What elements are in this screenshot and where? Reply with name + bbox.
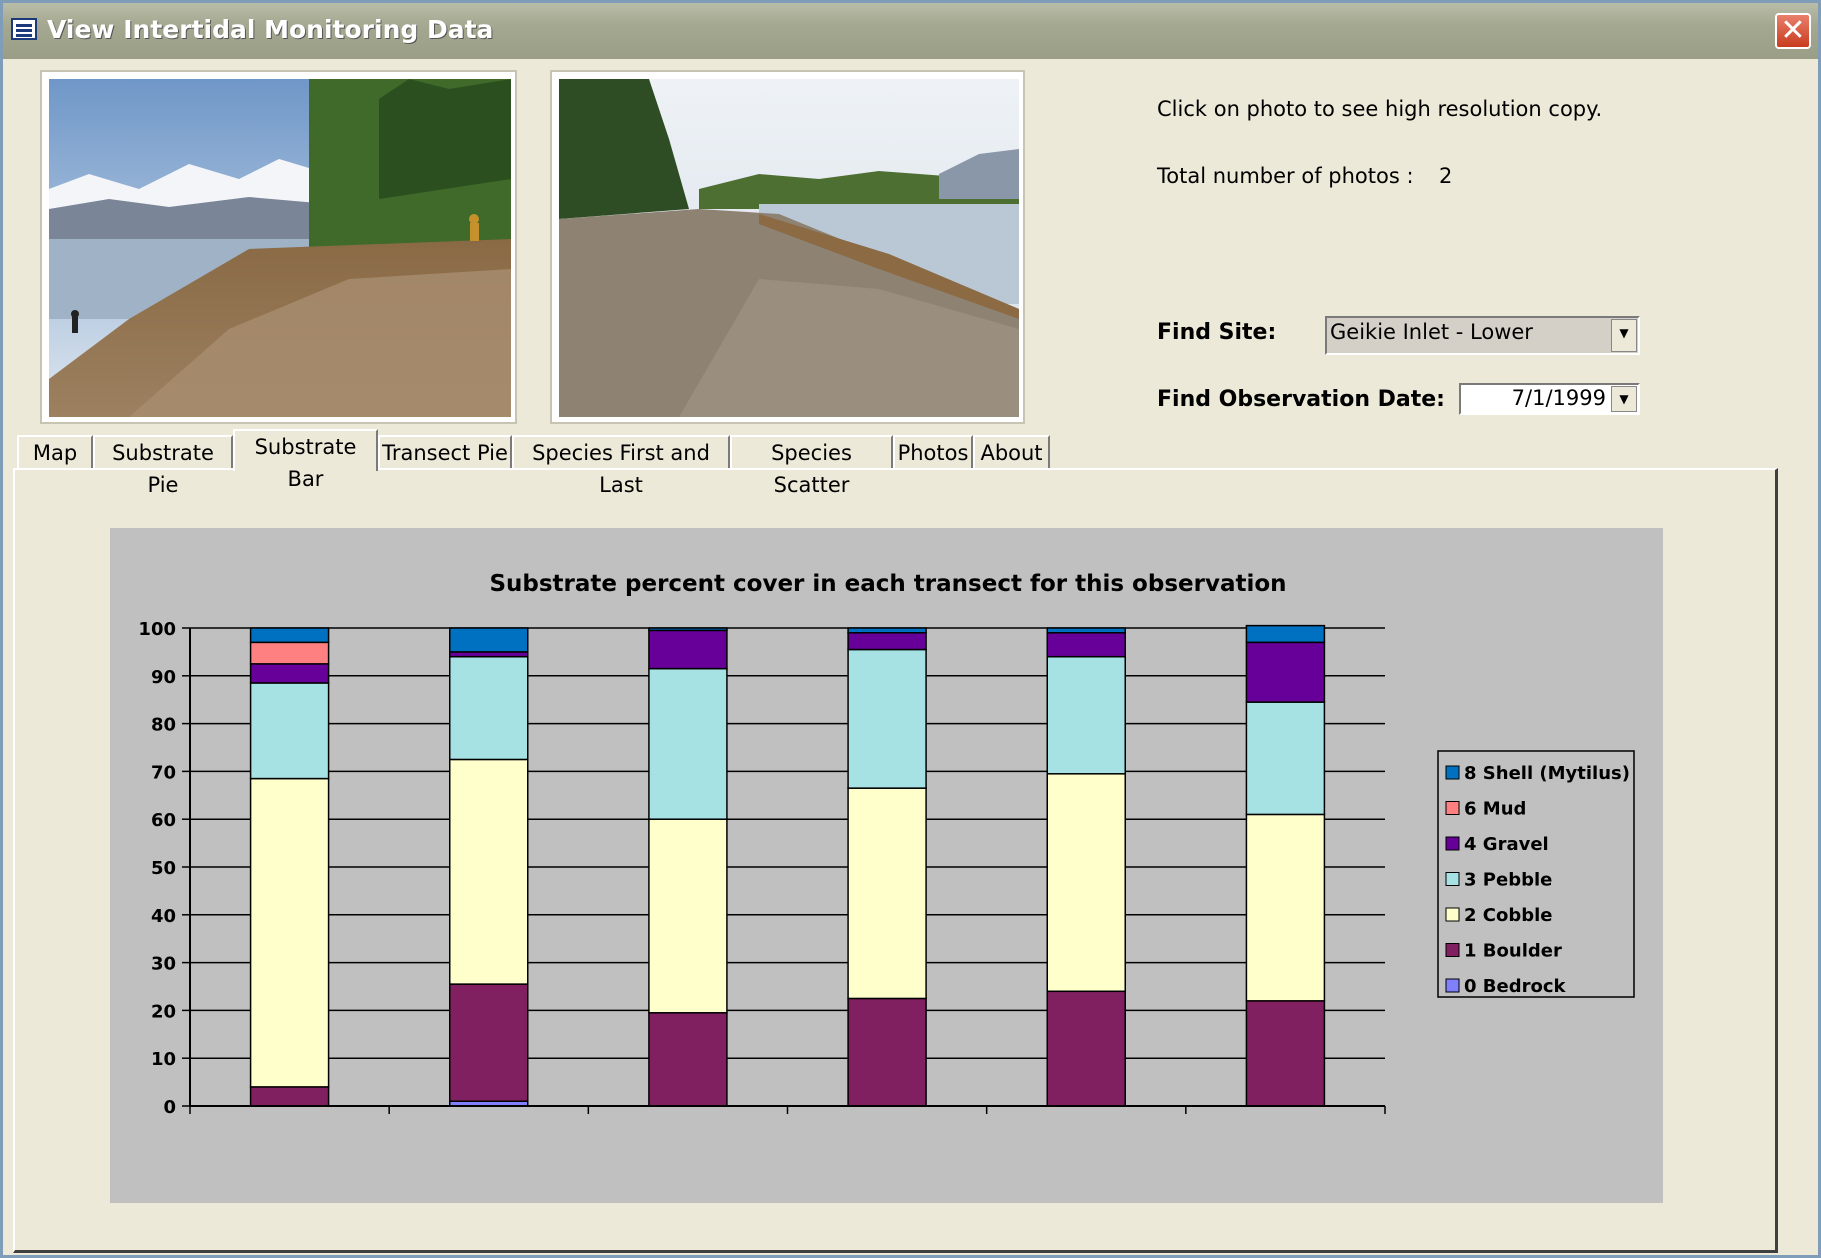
total-photos-value: 2	[1439, 164, 1453, 188]
y-tick-label: 30	[151, 954, 176, 975]
bar-segment	[449, 655, 529, 761]
legend-swatch	[1445, 943, 1460, 957]
legend-label: 6 Mud	[1464, 799, 1526, 820]
window-title: View Intertidal Monitoring Data	[47, 15, 494, 44]
bar-segment	[847, 648, 927, 789]
legend-swatch	[1445, 836, 1460, 851]
y-tick-label: 40	[151, 906, 176, 927]
bar-segment	[1046, 632, 1126, 658]
bar-segment	[1046, 627, 1126, 634]
bar-segment	[1245, 701, 1326, 816]
y-tick-label: 50	[151, 858, 176, 879]
bar-segment	[1046, 655, 1126, 775]
legend-swatch	[1445, 765, 1460, 780]
bar-segment	[1046, 773, 1126, 993]
bar-segment	[648, 818, 728, 1014]
photo-1-image	[49, 79, 511, 417]
legend-label: 1 Boulder	[1464, 941, 1562, 962]
substrate-bar-chart: Substrate percent cover in each transect…	[138, 571, 1635, 1118]
chevron-down-icon[interactable]: ▼	[1611, 319, 1637, 352]
find-date-combo[interactable]: 7/1/1999 ▼	[1459, 383, 1640, 415]
total-photos-label: Total number of photos :	[1157, 164, 1414, 188]
legend-label: 2 Cobble	[1464, 905, 1553, 926]
bar-segment	[249, 777, 330, 1088]
y-tick-label: 20	[151, 1001, 176, 1022]
bar-segment	[648, 627, 728, 632]
photo-2-image	[559, 79, 1019, 417]
find-site-value: Geikie Inlet - Lower	[1330, 320, 1533, 344]
main-window: View Intertidal Monitoring Data ✕ Click …	[0, 0, 1821, 1258]
bar-segment	[249, 682, 330, 780]
bar-segment	[449, 627, 529, 653]
y-tick-label: 10	[151, 1049, 176, 1070]
find-site-label: Find Site:	[1157, 320, 1277, 345]
bar-segment	[1245, 641, 1326, 703]
legend-label: 3 Pebble	[1464, 870, 1552, 891]
find-date-value: 7/1/1999	[1511, 386, 1606, 410]
y-tick-label: 90	[151, 667, 176, 688]
bar-segment	[1245, 1000, 1326, 1107]
site-photo-1[interactable]	[40, 70, 517, 424]
form-icon	[11, 18, 37, 40]
bar-segment	[847, 627, 927, 634]
bar-segment	[249, 641, 330, 665]
y-tick-label: 0	[163, 1097, 176, 1118]
tab-species-scatter[interactable]: Species Scatter	[730, 435, 893, 497]
bar-segment	[1245, 813, 1326, 1002]
bar-segment	[249, 1086, 330, 1107]
y-tick-label: 80	[151, 715, 176, 736]
bar-segment	[648, 1012, 728, 1107]
find-date-label: Find Observation Date:	[1157, 387, 1445, 412]
bar-segment	[449, 758, 529, 985]
tab-map[interactable]: Map	[17, 435, 93, 469]
click-photo-hint: Click on photo to see high resolution co…	[1157, 97, 1603, 121]
legend-swatch	[1445, 907, 1460, 922]
tab-about[interactable]: About	[973, 435, 1050, 469]
tab-transect-pie[interactable]: Transect Pie	[378, 435, 512, 469]
bar-segment	[249, 627, 330, 644]
tab-photos[interactable]: Photos	[893, 435, 973, 469]
tab-species-first-and-last[interactable]: Species First and Last	[512, 435, 730, 497]
chart-title: Substrate percent cover in each transect…	[489, 571, 1286, 597]
chart-area: Substrate percent cover in each transect…	[110, 528, 1663, 1203]
bar-segment	[847, 632, 927, 651]
title-bar: View Intertidal Monitoring Data ✕	[3, 3, 1818, 59]
tab-substrate-pie[interactable]: Substrate Pie	[93, 435, 233, 497]
bar-segment	[249, 663, 330, 684]
bar-segment	[1245, 624, 1326, 644]
legend-label: 0 Bedrock	[1464, 976, 1567, 997]
legend-swatch	[1445, 872, 1460, 886]
bar-segment	[847, 787, 927, 1000]
find-site-combo[interactable]: Geikie Inlet - Lower ▼	[1325, 316, 1640, 355]
chevron-down-icon[interactable]: ▼	[1611, 386, 1637, 412]
bar-segment	[1046, 990, 1126, 1107]
legend-label: 4 Gravel	[1464, 834, 1549, 855]
legend-swatch	[1445, 801, 1460, 815]
bar-segment	[449, 983, 529, 1102]
tab-substrate-bar[interactable]: Substrate Bar	[233, 429, 378, 491]
site-photo-2[interactable]	[550, 70, 1025, 424]
bar-segment	[648, 667, 728, 820]
bar-segment	[847, 997, 927, 1107]
legend-swatch	[1445, 978, 1460, 993]
y-tick-label: 70	[151, 762, 176, 783]
y-tick-label: 100	[138, 619, 176, 640]
close-button[interactable]: ✕	[1775, 13, 1811, 49]
y-tick-label: 60	[151, 810, 176, 831]
legend-label: 8 Shell (Mytilus)	[1464, 763, 1630, 784]
bar-segment	[648, 629, 728, 670]
